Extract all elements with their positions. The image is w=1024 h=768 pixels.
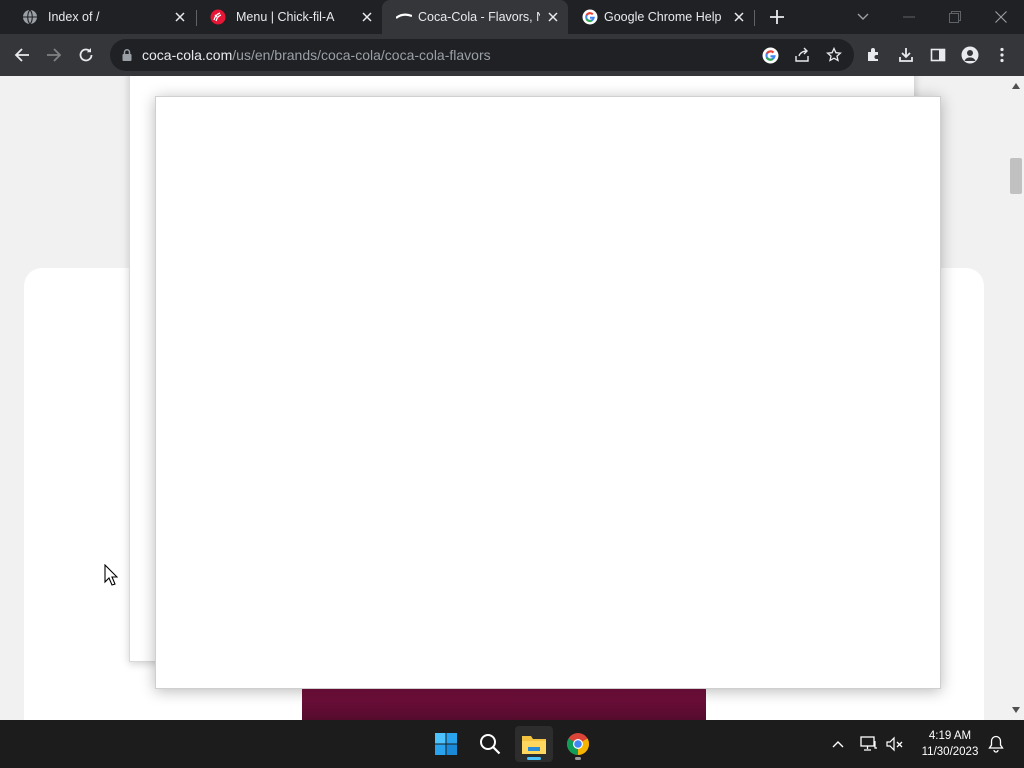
close-tab-icon[interactable] [358,8,376,26]
forward-icon[interactable] [40,41,68,69]
minimize-icon[interactable] [886,0,932,34]
volume-muted-icon[interactable] [885,734,905,754]
url-path: /us/en/brands/coca-cola/coca-cola-flavor… [232,47,491,63]
network-icon[interactable] [859,734,879,754]
url-text: coca-cola.com/us/en/brands/coca-cola/coc… [142,47,491,63]
bookmark-star-icon[interactable] [824,45,844,65]
google-lens-icon[interactable] [760,45,780,65]
clock-date: 11/30/2023 [921,746,979,758]
reload-icon[interactable] [72,41,100,69]
running-indicator [575,757,581,760]
clock-time: 4:19 AM [928,730,972,742]
scroll-up-icon[interactable] [1012,82,1020,90]
tab-search-icon[interactable] [840,0,886,34]
lock-icon[interactable] [120,48,134,62]
file-explorer-icon[interactable] [515,726,553,762]
tab-chrome-help[interactable]: Google Chrome Help [568,0,754,34]
tab-separator [754,10,755,26]
browser-toolbar: coca-cola.com/us/en/brands/coca-cola/coc… [0,34,1024,76]
scrollbar-thumb[interactable] [1010,158,1022,194]
tab-title: Google Chrome Help [604,10,722,24]
chrome-icon[interactable] [559,726,597,762]
close-tab-icon[interactable] [544,8,562,26]
chick-fil-a-icon [210,9,226,25]
profile-icon[interactable] [956,41,984,69]
modal-dialog[interactable] [155,96,941,689]
mouse-cursor-icon [104,564,118,586]
close-tab-icon[interactable] [730,8,748,26]
system-clock[interactable]: 4:19 AM 11/30/2023 [916,728,984,760]
scroll-down-icon[interactable] [1012,706,1020,714]
running-indicator [527,757,541,760]
share-icon[interactable] [792,45,812,65]
windows-taskbar: 4:19 AM 11/30/2023 [0,720,1024,768]
coca-cola-icon [396,9,412,25]
close-window-icon[interactable] [978,0,1024,34]
tab-index-of[interactable]: Index of / [8,0,194,34]
product-image [302,686,706,720]
show-hidden-icons-chevron-icon[interactable] [828,734,848,754]
page-scrollbar[interactable] [1008,76,1024,720]
close-tab-icon[interactable] [171,8,189,26]
windows-start-icon[interactable] [427,726,465,762]
tab-strip: Index of / Menu | Chick-fil-A Coca-Cola … [0,0,1024,34]
menu-kebab-icon[interactable] [988,41,1016,69]
restore-icon[interactable] [932,0,978,34]
side-panel-icon[interactable] [924,41,952,69]
tab-coca-cola[interactable]: Coca-Cola - Flavors, Nu [382,0,568,34]
downloads-icon[interactable] [892,41,920,69]
page-viewport [0,76,1008,720]
search-icon[interactable] [471,726,509,762]
tab-title: Index of / [48,10,100,24]
tab-title: Coca-Cola - Flavors, Nu [418,10,540,24]
notifications-bell-icon[interactable] [986,734,1006,754]
extensions-icon[interactable] [860,41,888,69]
google-icon [582,9,598,25]
globe-icon [23,9,37,25]
address-bar[interactable]: coca-cola.com/us/en/brands/coca-cola/coc… [110,39,854,71]
back-icon[interactable] [8,41,36,69]
tab-chick-fil-a[interactable]: Menu | Chick-fil-A [196,0,382,34]
tab-title: Menu | Chick-fil-A [236,10,335,24]
url-host: coca-cola.com [142,47,233,63]
new-tab-icon[interactable] [766,6,788,28]
